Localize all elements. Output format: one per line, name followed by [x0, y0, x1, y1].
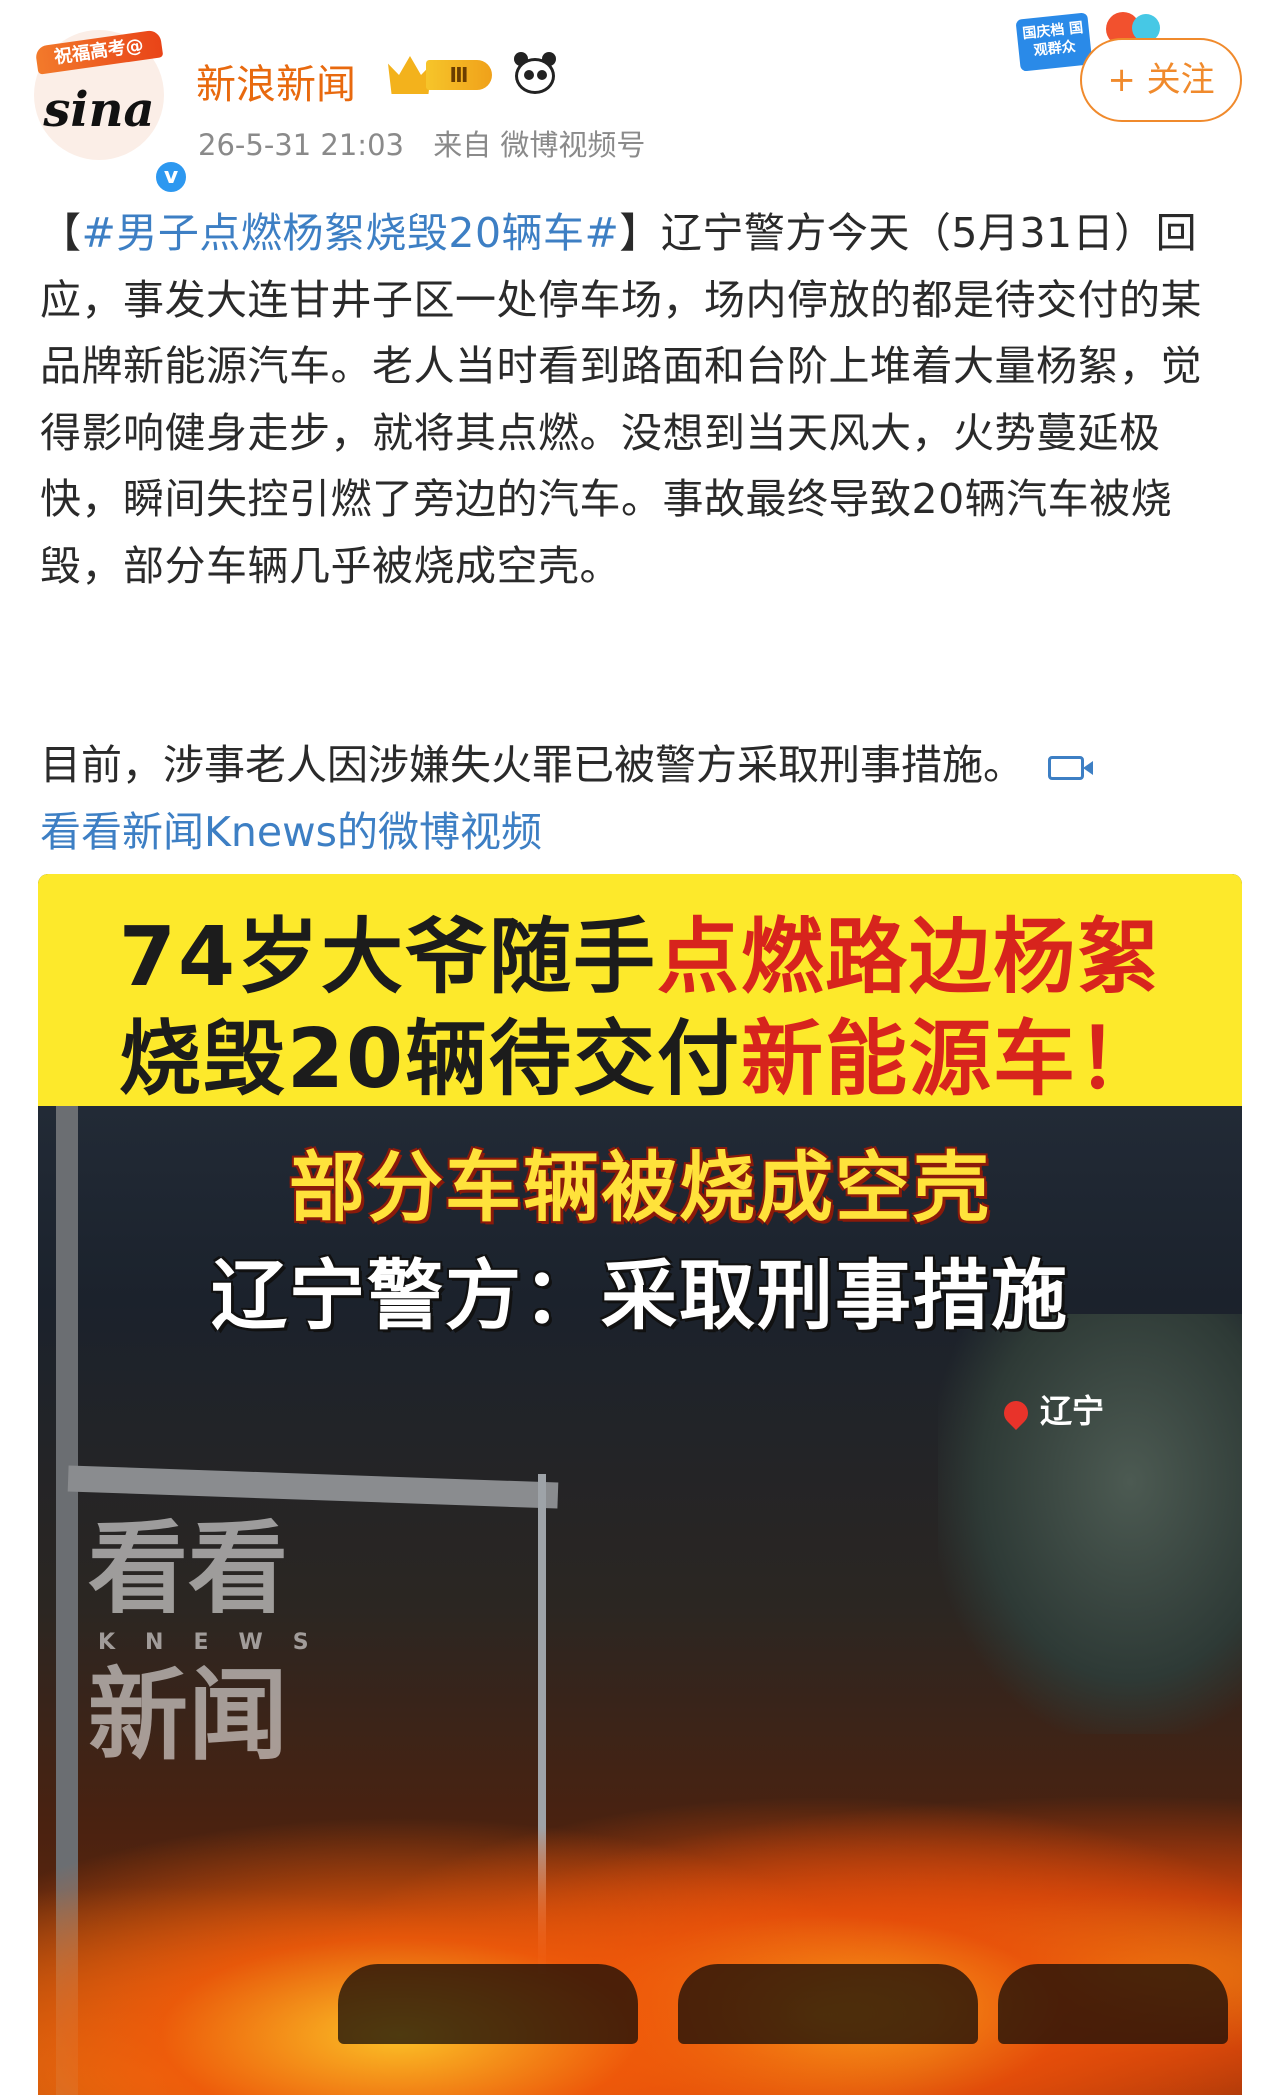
vip-level: Ⅲ [426, 60, 492, 90]
headline-2-black: 烧毁20辆待交付 [118, 1012, 742, 1107]
video-link[interactable]: 看看新闻Knews的微博视频 [40, 808, 542, 856]
video-player[interactable]: 74岁大爷随手点燃路边杨絮 烧毁20辆待交付新能源车！ 部分车辆被烧成空壳 辽宁… [38, 874, 1242, 2095]
username[interactable]: 新浪新闻 [196, 52, 356, 110]
vip-crown-icon[interactable]: Ⅲ [388, 54, 498, 96]
post-meta: 26-5-31 21:03 来自 微博视频号 [198, 122, 665, 164]
bracket-open: 【 [40, 209, 82, 257]
watermark-bottom: 新闻 [88, 1657, 288, 1774]
post-header: 祝福高考@ sina v 新浪新闻 Ⅲ 26-5-31 21:03 来自 微博视… [0, 0, 1280, 196]
sina-logo: sina [43, 82, 155, 138]
headline-1-red: 点燃路边杨絮 [657, 910, 1162, 1005]
headline-2-red: 新能源车！ [741, 1012, 1162, 1107]
post-date: 26-5-31 21:03 [198, 128, 404, 162]
post-body-text-2: 目前，涉事老人因涉嫌失火罪已被警方采取刑事措施。 [40, 741, 1024, 789]
location-pin-icon [999, 1396, 1033, 1430]
follow-button[interactable]: + 关注 [1080, 38, 1242, 122]
panda-icon[interactable] [512, 52, 558, 96]
verified-icon: v [152, 158, 190, 196]
event-badge-label: 国庆档 国观群众 [1015, 12, 1093, 72]
burned-car [998, 1964, 1228, 2044]
post-body: 【#男子点燃杨絮烧毁20辆车#】辽宁警方今天（5月31日）回应，事发大连甘井子区… [40, 200, 1240, 599]
pole-crossbar [67, 1465, 559, 1509]
burned-car [338, 1964, 638, 2044]
panda-face [515, 58, 555, 94]
avatar[interactable]: 祝福高考@ sina v [34, 29, 190, 196]
burned-car [678, 1964, 978, 2044]
trees-background [938, 1314, 1242, 1734]
headline-band: 74岁大爷随手点燃路边杨絮 烧毁20辆待交付新能源车！ [38, 874, 1242, 1107]
panda-eye-right [537, 70, 547, 80]
topic-link[interactable]: #男子点燃杨絮烧毁20辆车# [82, 209, 620, 257]
watermark-top: 看看 [88, 1510, 288, 1627]
avatar-tag: 祝福高考@ [34, 29, 164, 75]
headline-1-black: 74岁大爷随手 [118, 910, 658, 1005]
panda-eye-left [524, 70, 534, 80]
subtitle-1: 部分车辆被烧成空壳 [289, 1143, 991, 1232]
subtitle-2: 辽宁警方：采取刑事措施 [211, 1251, 1069, 1340]
video-icon[interactable] [1048, 756, 1093, 780]
knews-watermark: 看看 KNEWS 新闻 [88, 1514, 348, 1771]
watermark-knews: KNEWS [98, 1630, 339, 1655]
post-body-2: 目前，涉事老人因涉嫌失火罪已被警方采取刑事措施。 看看新闻Knews的微博视频 [40, 732, 1240, 865]
headline-line-2: 烧毁20辆待交付新能源车！ [38, 992, 1242, 1111]
post-body-text: 】辽宁警方今天（5月31日）回应，事发大连甘井子区一处停车场，场内停放的都是待交… [40, 209, 1202, 590]
location-label: 辽宁 [1040, 1392, 1105, 1430]
location-tag: 辽宁 [999, 1386, 1105, 1432]
post-source[interactable]: 来自 微博视频号 [433, 128, 645, 162]
